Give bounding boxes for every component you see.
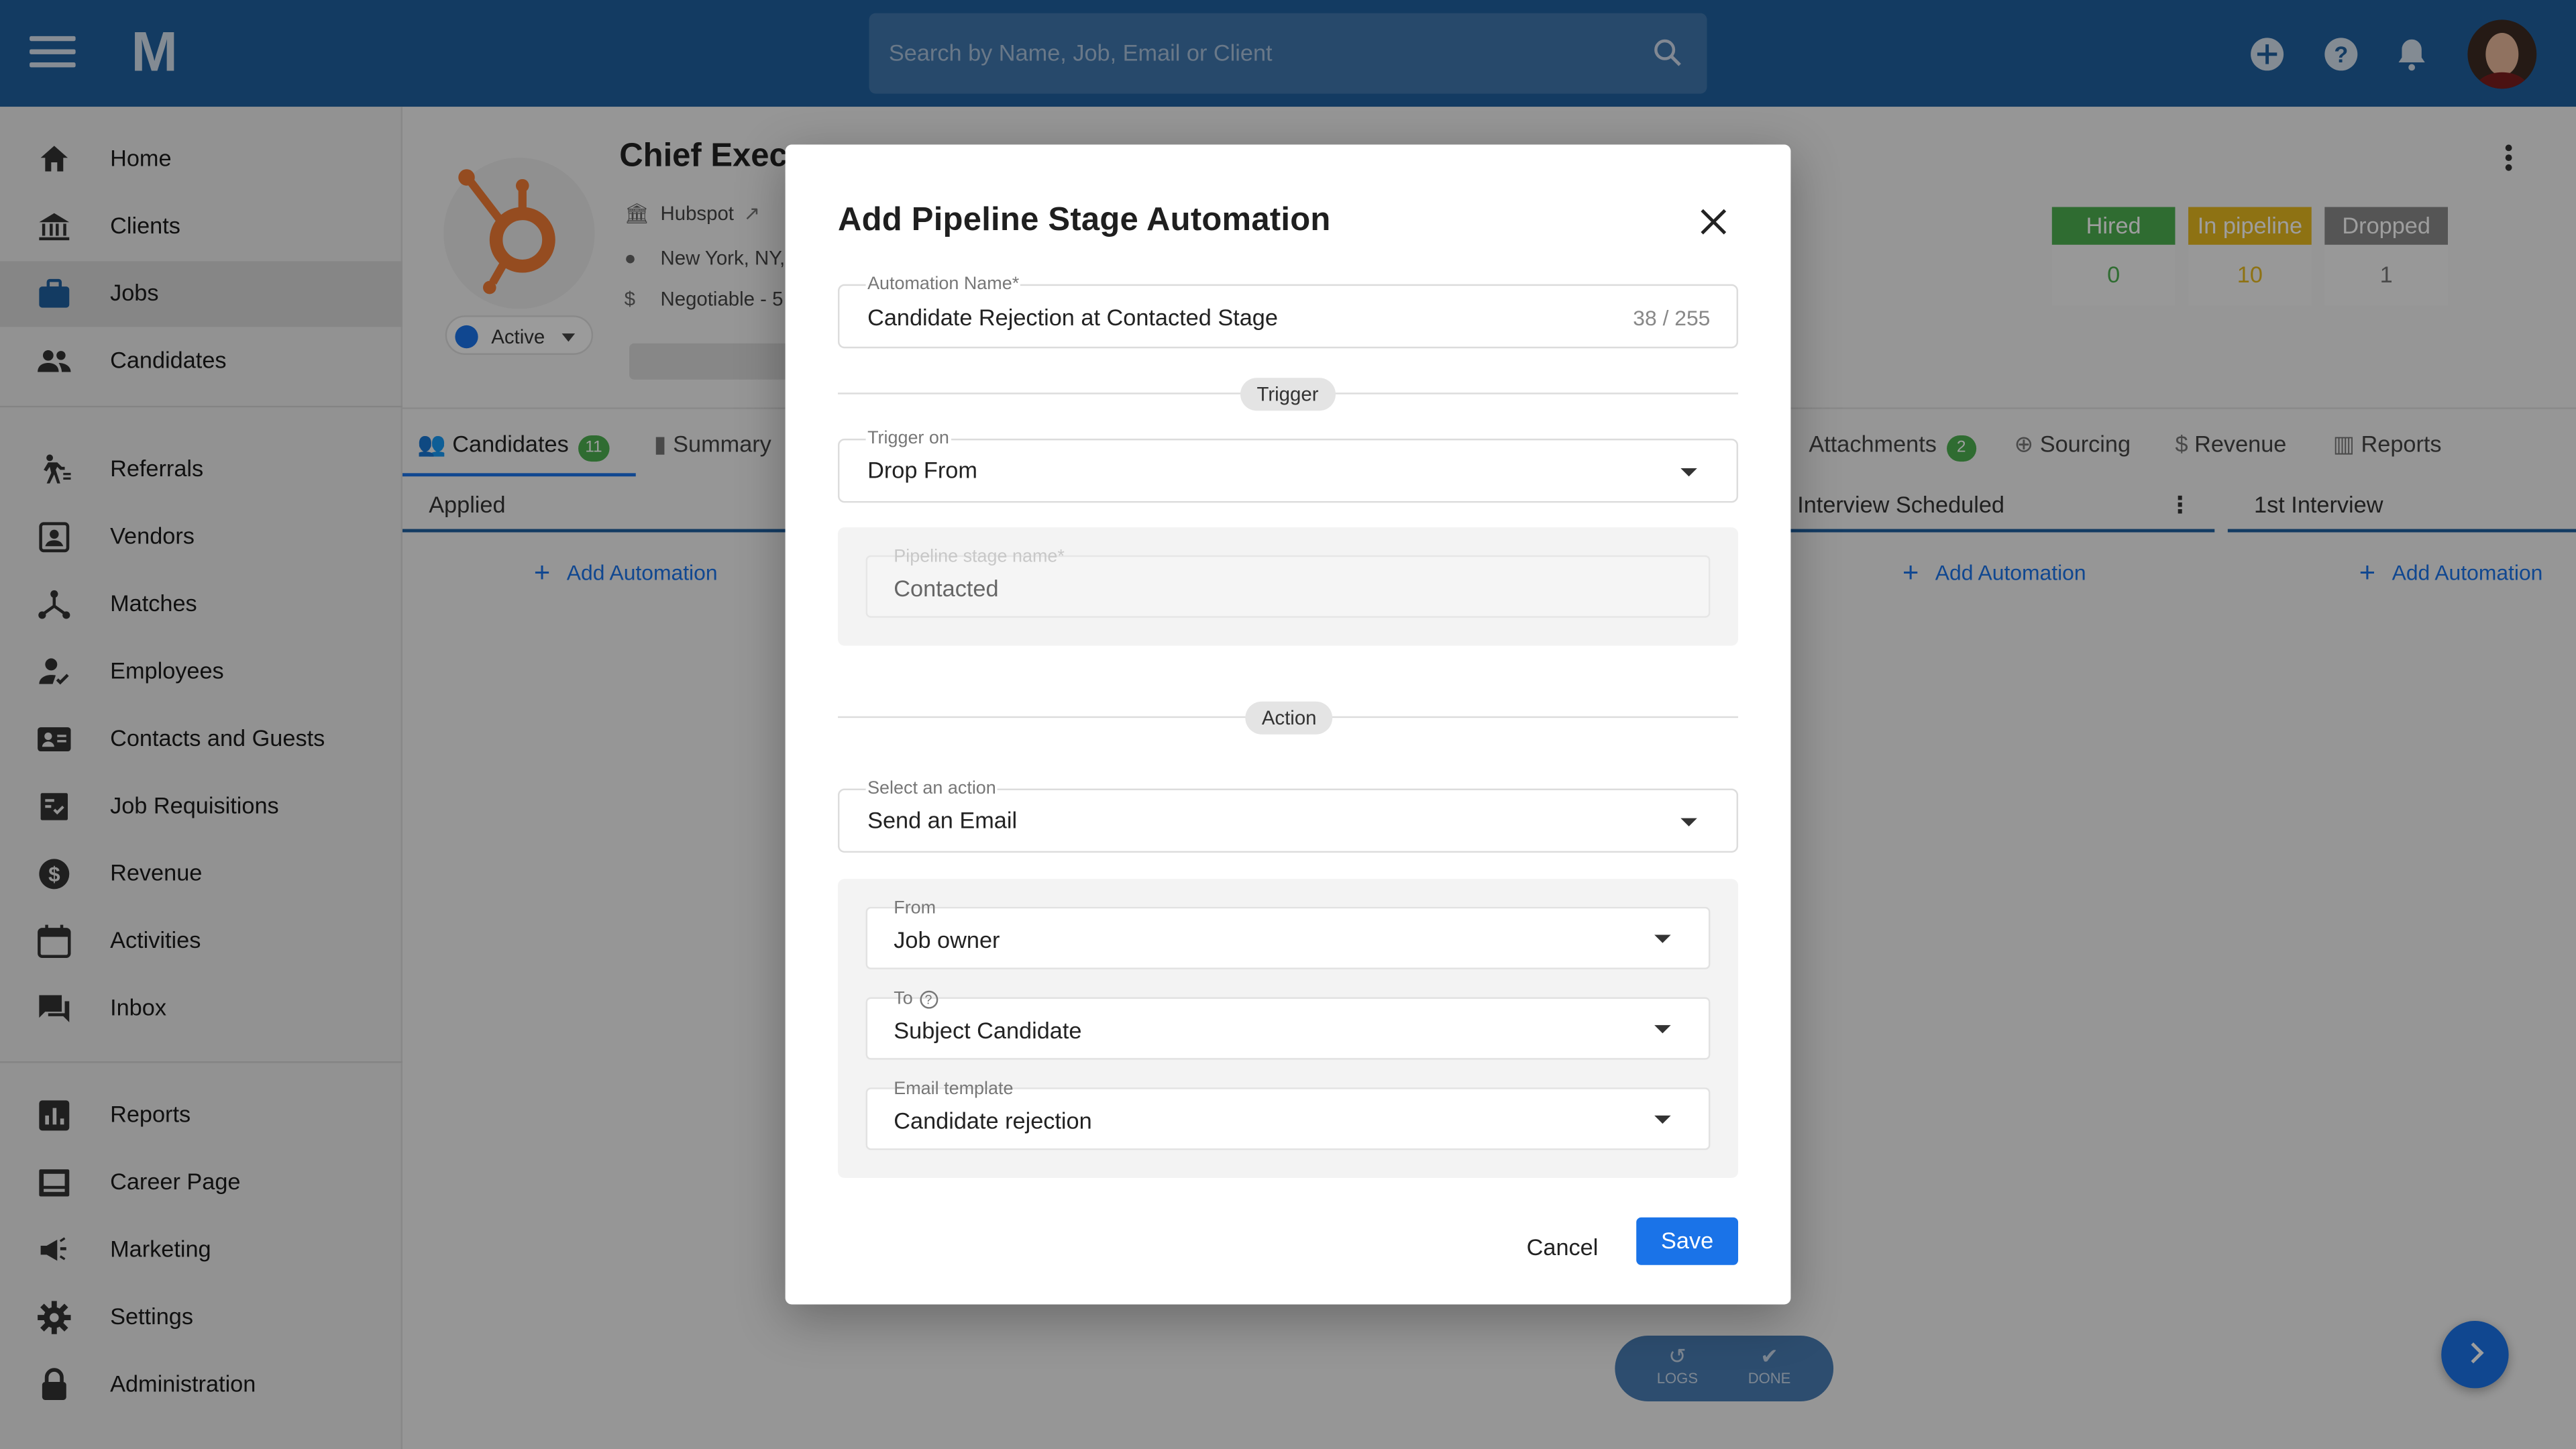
trigger-on-select[interactable]: Trigger on Drop From xyxy=(837,429,1739,503)
pipeline-stage-value: Contacted xyxy=(894,575,999,602)
automation-name-input[interactable]: Candidate Rejection at Contacted Stage xyxy=(867,304,1278,330)
pipeline-stage-name-field: Pipeline stage name* Contacted xyxy=(865,547,1711,618)
action-value: Send an Email xyxy=(867,806,1018,833)
to-select[interactable]: To? Subject Candidate xyxy=(865,989,1711,1060)
chevron-down-icon xyxy=(1680,468,1697,477)
chevron-down-icon xyxy=(1680,818,1697,826)
pipeline-stage-panel: Pipeline stage name* Contacted xyxy=(837,527,1739,646)
app-root: M Search by Name, Job, Email or Client ?… xyxy=(0,0,2576,1449)
from-select[interactable]: From Job owner xyxy=(865,899,1711,969)
field-label: To? xyxy=(894,989,938,1009)
automation-name-field[interactable]: Automation Name* Candidate Rejection at … xyxy=(837,274,1739,349)
chevron-down-icon xyxy=(1654,934,1671,943)
email-template-select[interactable]: Email template Candidate rejection xyxy=(865,1079,1711,1150)
email-template-value: Candidate rejection xyxy=(894,1107,1092,1134)
field-label: Email template xyxy=(894,1079,1014,1099)
field-label: Automation Name* xyxy=(865,274,1021,294)
action-select[interactable]: Select an action Send an Email xyxy=(837,778,1739,853)
field-label: Trigger on xyxy=(865,429,951,449)
add-pipeline-automation-dialog: Add Pipeline Stage Automation Automation… xyxy=(785,144,1791,1305)
dialog-title: Add Pipeline Stage Automation xyxy=(837,202,1331,239)
chevron-down-icon xyxy=(1654,1115,1671,1124)
email-settings-panel: From Job owner To? Subject Candidate Ema… xyxy=(837,879,1739,1178)
field-label: Pipeline stage name* xyxy=(894,547,1065,567)
field-label: Select an action xyxy=(865,778,998,799)
to-label: To xyxy=(894,989,913,1009)
save-button[interactable]: Save xyxy=(1636,1217,1739,1265)
cancel-button[interactable]: Cancel xyxy=(1508,1222,1617,1271)
character-counter: 38 / 255 xyxy=(1633,305,1711,331)
from-value: Job owner xyxy=(894,926,1000,953)
trigger-on-value: Drop From xyxy=(867,456,977,484)
close-icon[interactable] xyxy=(1697,205,1730,238)
action-section-chip: Action xyxy=(1245,701,1334,735)
chevron-down-icon xyxy=(1654,1025,1671,1034)
trigger-section-chip: Trigger xyxy=(1240,378,1336,411)
help-circle-icon[interactable]: ? xyxy=(919,990,938,1009)
to-value: Subject Candidate xyxy=(894,1016,1082,1044)
field-label: From xyxy=(894,898,936,918)
